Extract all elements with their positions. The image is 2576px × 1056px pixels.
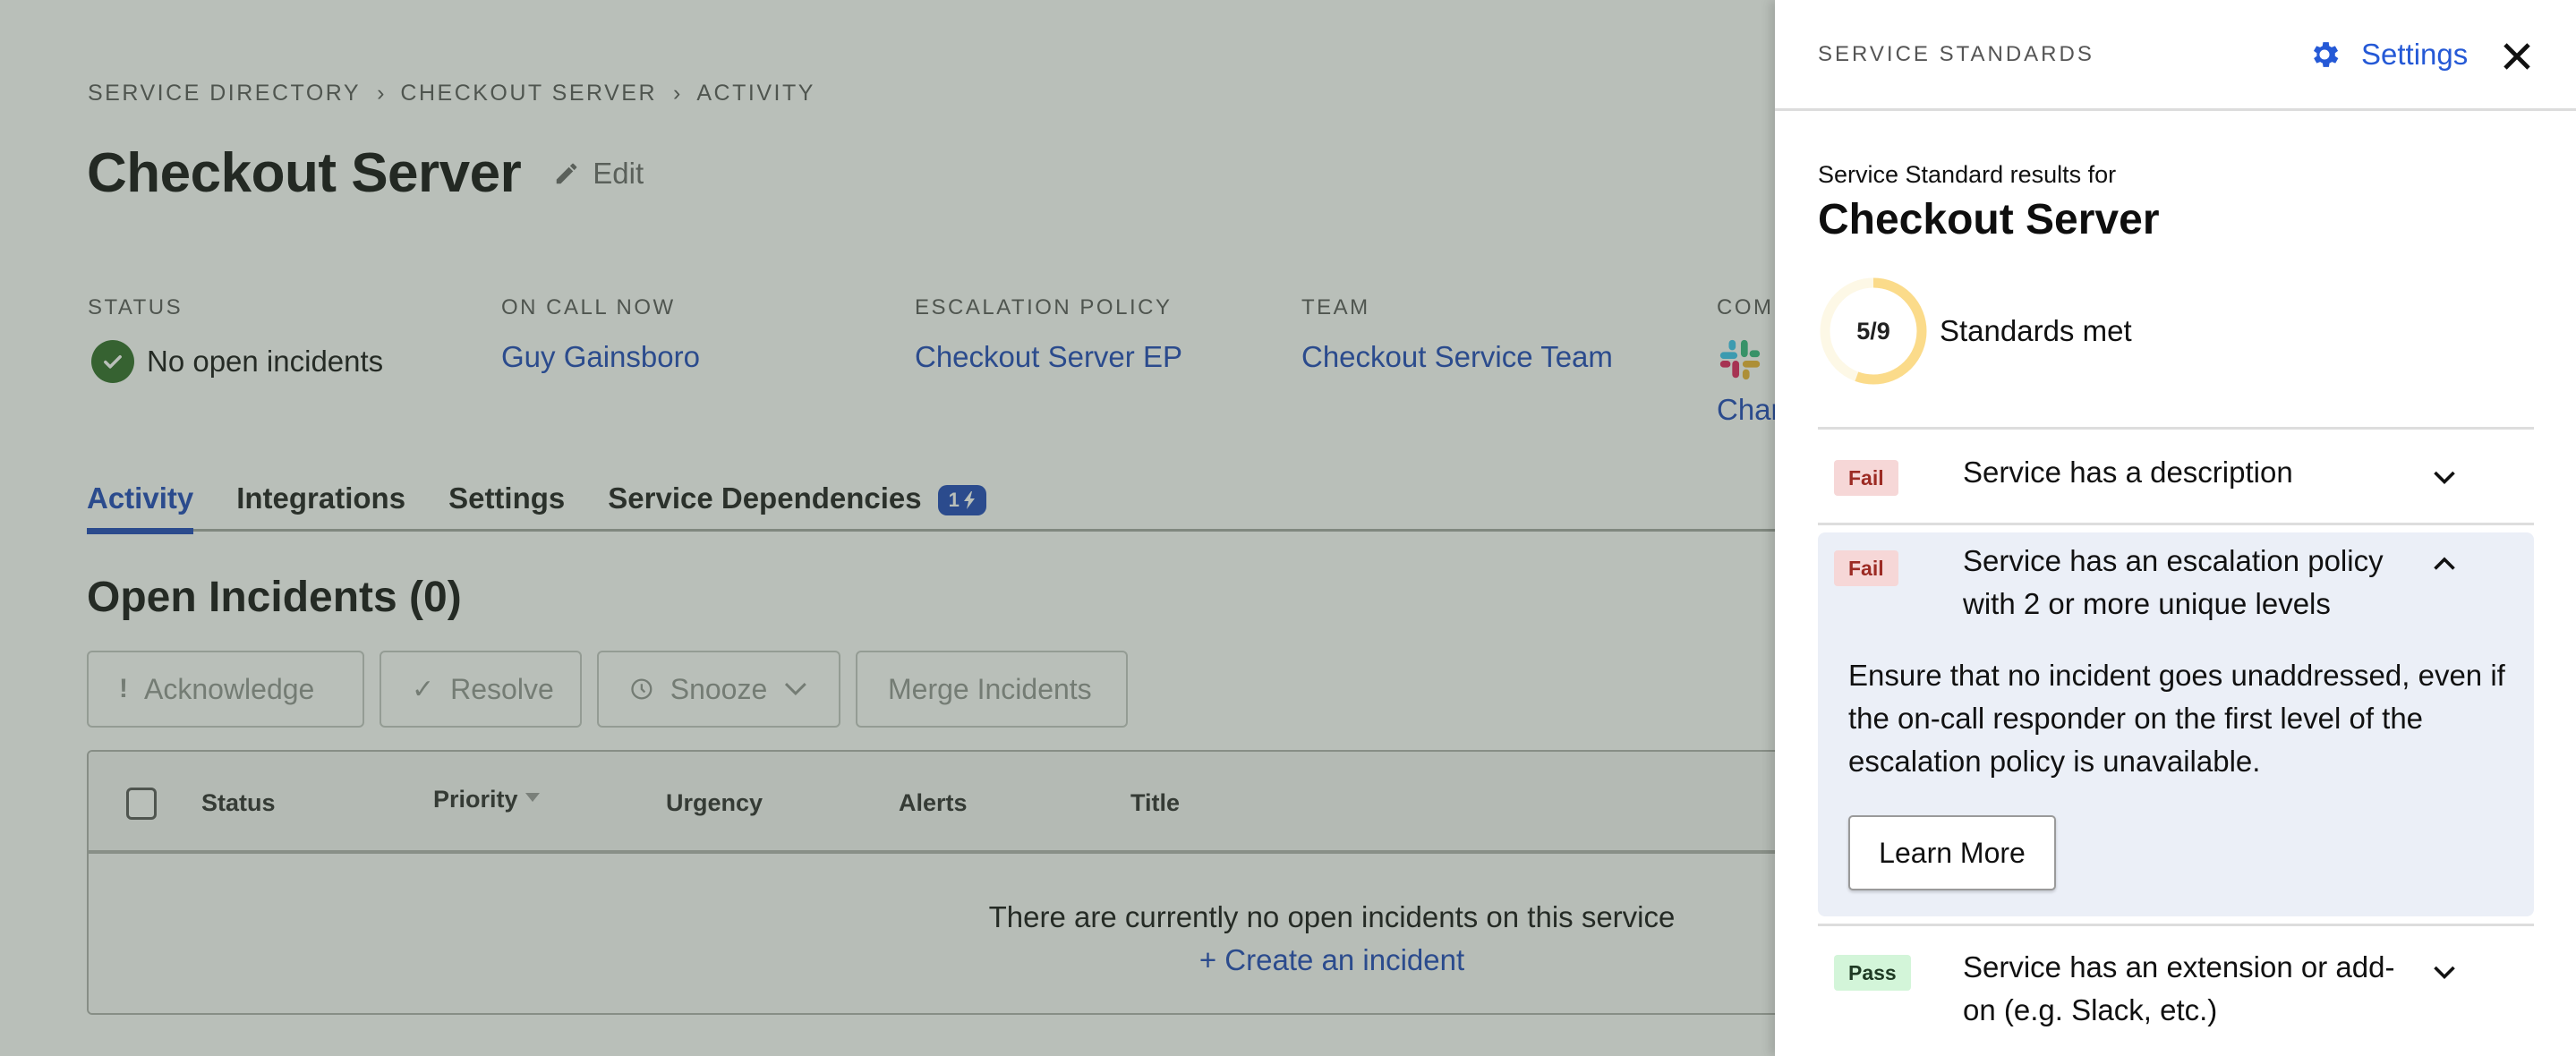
gear-icon [2313, 42, 2339, 67]
standard-description: Ensure that no incident goes unaddressed… [1848, 659, 2505, 778]
standard-title: Service has an extension or add-on (e.g.… [1963, 950, 2395, 1026]
panel-header: SERVICE STANDARDS Settings [1775, 0, 2576, 111]
chevron-down-icon[interactable] [2428, 957, 2461, 989]
standards-met-label: Standards met [1940, 314, 2132, 347]
standard-item: Fail Service has a description [1818, 427, 2534, 523]
score-ring: 5/9 [1818, 276, 1929, 387]
standard-title: Service has a description [1963, 456, 2293, 489]
fail-badge: Fail [1834, 550, 1898, 586]
standards-score: 5/9 Standards met [1818, 276, 2132, 387]
close-panel-button[interactable] [2502, 41, 2532, 72]
standard-header[interactable]: Fail Service has an escalation policy wi… [1818, 532, 2534, 654]
standard-title: Service has an escalation policy with 2 … [1963, 544, 2384, 620]
panel-title: SERVICE STANDARDS [1818, 42, 2094, 66]
fail-badge: Fail [1834, 460, 1898, 496]
score-fraction: 5/9 [1856, 317, 1890, 345]
panel-settings-link[interactable]: Settings [2307, 38, 2468, 72]
panel-settings-label: Settings [2361, 38, 2469, 71]
standard-header[interactable]: Pass Service has an extension or add-on … [1818, 926, 2534, 1056]
chevron-up-icon[interactable] [2428, 549, 2461, 581]
results-service-name: Checkout Server [1818, 196, 2160, 243]
results-for-label: Service Standard results for [1818, 161, 2117, 188]
standard-item: Pass Service has an extension or add-on … [1818, 924, 2534, 1056]
standard-details: Ensure that no incident goes unaddressed… [1818, 654, 2534, 905]
learn-more-button[interactable]: Learn More [1848, 815, 2056, 890]
chevron-down-icon[interactable] [2428, 462, 2461, 494]
service-standards-panel: SERVICE STANDARDS Settings Service Stand… [1775, 0, 2576, 1056]
standard-header[interactable]: Fail Service has a description [1818, 430, 2534, 523]
close-icon [2503, 43, 2530, 70]
pass-badge: Pass [1834, 955, 1911, 991]
standards-list: Fail Service has a description Fail Serv… [1818, 427, 2534, 1056]
standard-item-expanded: Fail Service has an escalation policy wi… [1818, 523, 2534, 916]
